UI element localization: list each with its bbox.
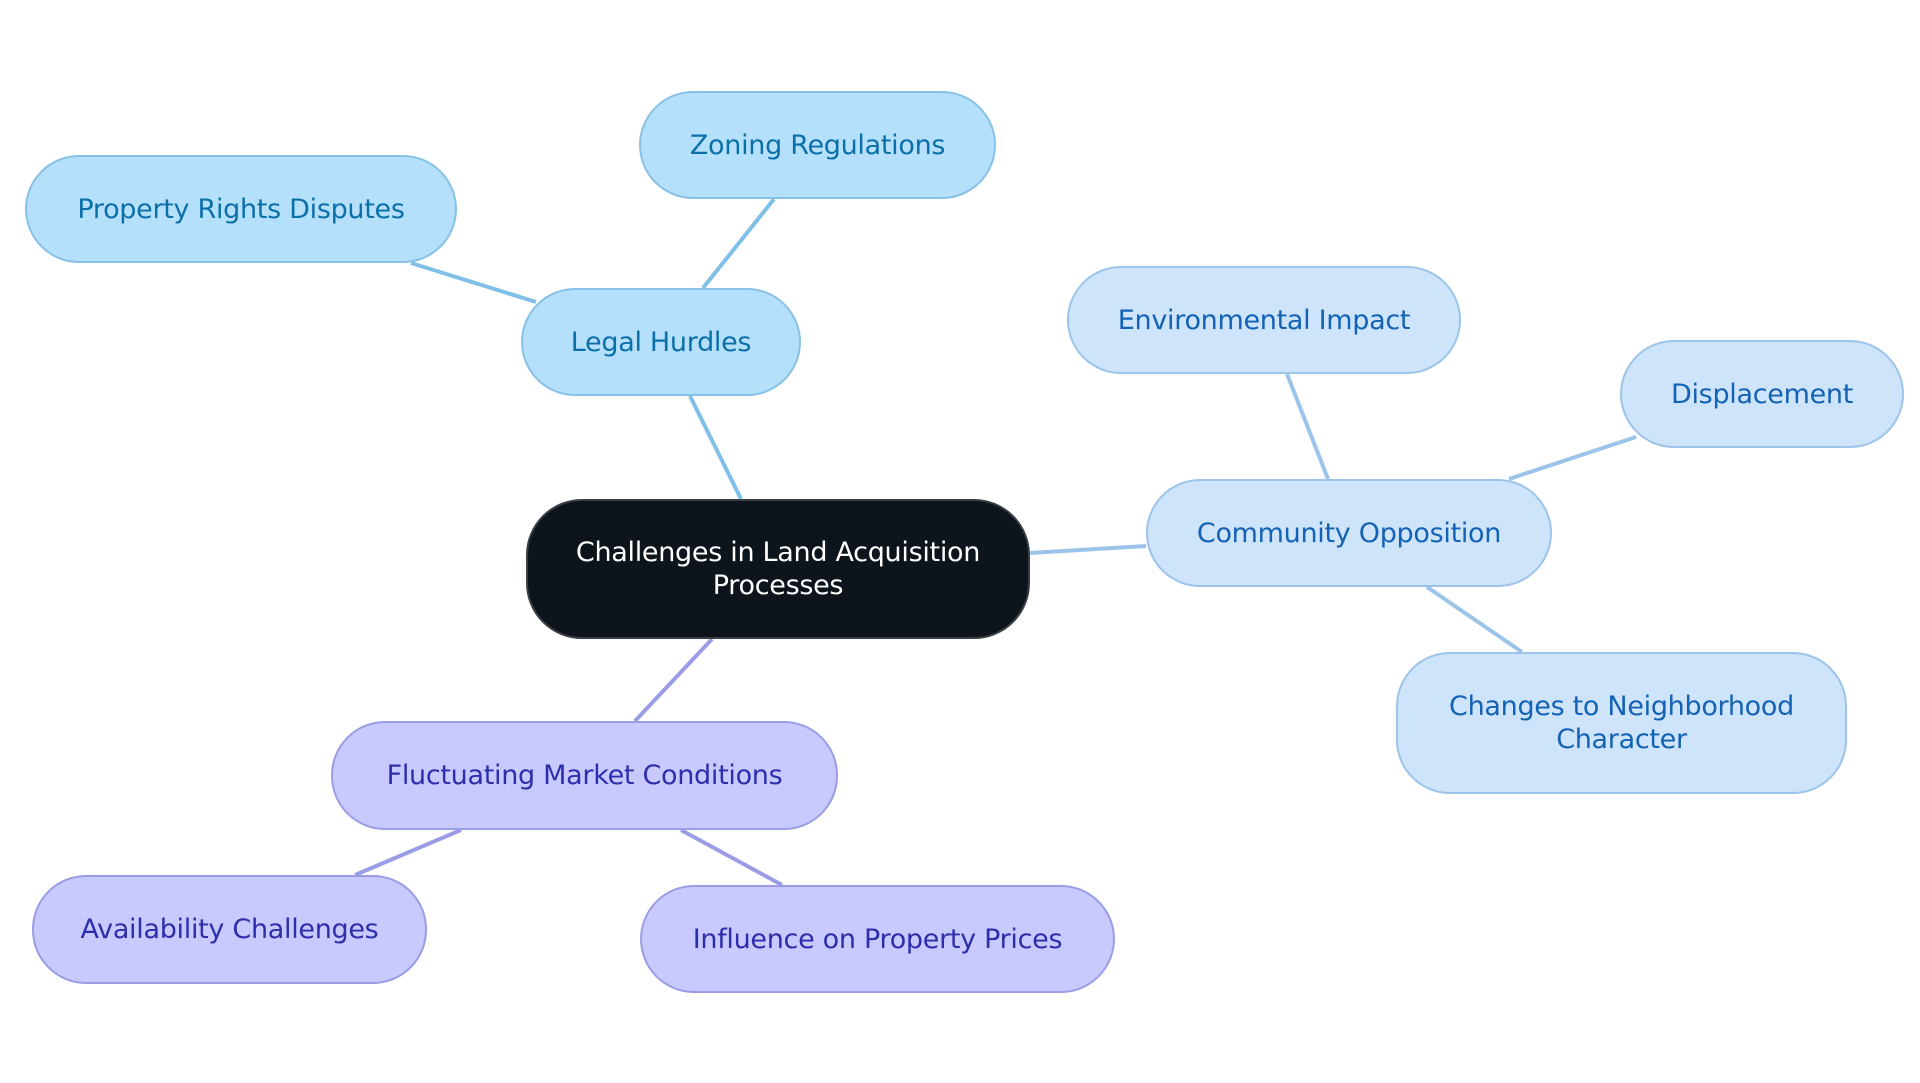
node-fluctuating-market-conditions[interactable]: Fluctuating Market Conditions [331, 721, 838, 830]
node-label: Availability Challenges [80, 914, 379, 945]
node-influence-on-property-prices[interactable]: Influence on Property Prices [640, 885, 1115, 993]
node-label: Community Opposition [1196, 517, 1502, 549]
node-displacement[interactable]: Displacement [1620, 340, 1904, 448]
node-label: Zoning Regulations [689, 129, 946, 161]
edge-root-legal [688, 395, 743, 500]
node-label: Environmental Impact [1117, 304, 1411, 336]
edge-legal-zoning [701, 197, 776, 290]
node-label: Property Rights Disputes [77, 193, 405, 225]
edge-root-community [1029, 544, 1147, 555]
node-community-opposition[interactable]: Community Opposition [1146, 479, 1552, 587]
node-property-rights-disputes[interactable]: Property Rights Disputes [25, 155, 457, 263]
edge-market-availability [354, 828, 462, 877]
node-zoning-regulations[interactable]: Zoning Regulations [639, 91, 996, 199]
edge-legal-property [410, 261, 537, 304]
edge-community-environmental [1285, 373, 1330, 480]
node-label: Fluctuating Market Conditions [386, 760, 783, 791]
node-environmental-impact[interactable]: Environmental Impact [1067, 266, 1461, 374]
root-node[interactable]: Challenges in Land Acquisition Processes [526, 499, 1030, 639]
node-changes-to-neighborhood-character[interactable]: Changes to Neighborhood Character [1396, 652, 1847, 794]
node-label: Legal Hurdles [570, 326, 752, 358]
edge-community-displacement [1508, 435, 1637, 481]
node-availability-challenges[interactable]: Availability Challenges [32, 875, 427, 984]
edge-community-changes [1425, 585, 1524, 654]
node-legal-hurdles[interactable]: Legal Hurdles [521, 288, 801, 396]
node-label: Displacement [1670, 378, 1853, 410]
node-label: Influence on Property Prices [692, 923, 1063, 955]
root-node-label: Challenges in Land Acquisition Processes [575, 537, 981, 601]
node-label: Changes to Neighborhood Character [1449, 691, 1794, 755]
edge-root-market [633, 637, 714, 723]
edge-market-influence [680, 828, 783, 887]
